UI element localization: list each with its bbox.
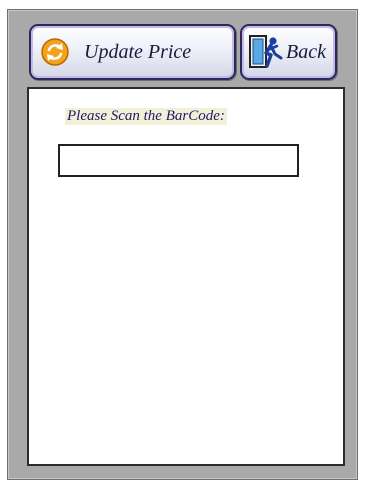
back-label: Back	[286, 40, 326, 63]
back-button[interactable]: Back	[240, 24, 337, 80]
update-price-button[interactable]: Update Price	[29, 24, 236, 80]
scan-prompt-label: Please Scan the BarCode:	[65, 108, 227, 125]
barcode-input[interactable]	[58, 144, 299, 177]
exit-door-icon	[246, 32, 286, 72]
update-price-label: Update Price	[84, 40, 192, 63]
refresh-icon	[40, 37, 70, 67]
